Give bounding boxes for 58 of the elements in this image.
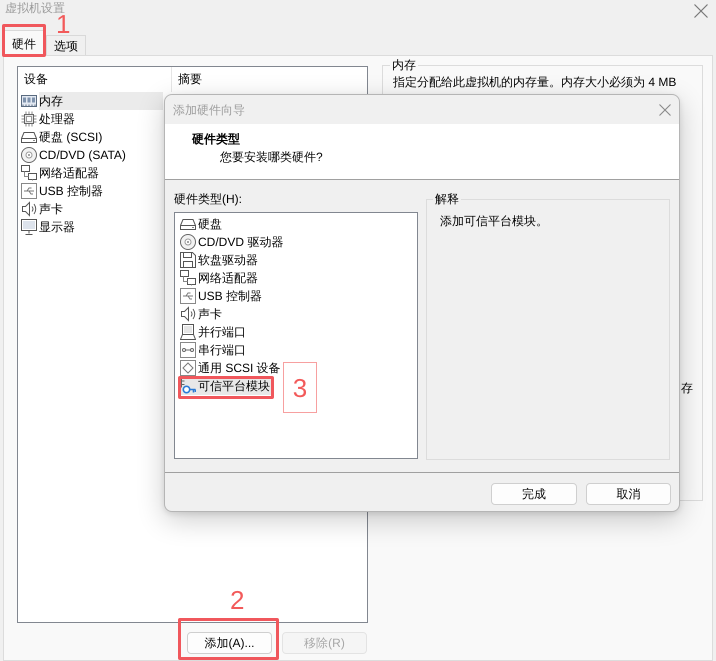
disc-icon: [21, 147, 37, 163]
close-icon: [694, 4, 708, 18]
device-list-item[interactable]: 显示器: [18, 218, 163, 236]
usb-icon: [180, 288, 196, 304]
explanation-text: 添加可信平台模块。: [440, 213, 549, 229]
group-title: 解释: [434, 191, 460, 207]
device-list-item[interactable]: 处理器: [18, 110, 163, 128]
step-number: 2: [230, 588, 244, 612]
column-header: 摘要: [177, 71, 202, 88]
laptop-icon: [180, 324, 196, 340]
disc-icon: [180, 234, 196, 250]
group-title: 内存: [391, 57, 417, 73]
hard-drive-icon: [21, 129, 37, 145]
step-number: 3: [283, 362, 317, 413]
close-button[interactable]: [659, 104, 671, 116]
finish-button[interactable]: 完成: [491, 483, 577, 505]
hardware-type-item[interactable]: 并行端口: [180, 323, 248, 341]
chip-icon: [21, 111, 37, 127]
close-icon: [659, 104, 671, 116]
hardware-type-item[interactable]: 串行端口: [180, 341, 248, 359]
highlight-frame: [2, 24, 46, 57]
step-number: 1: [56, 15, 70, 33]
diamond-tile-icon: [180, 360, 196, 376]
hardware-type-item[interactable]: 通用 SCSI 设备: [180, 359, 283, 377]
window-title: 虚拟机设置: [5, 1, 65, 15]
close-button[interactable]: [694, 4, 708, 18]
hard-drive-icon: [180, 216, 196, 232]
serial-port-icon: [180, 342, 196, 358]
device-list-item[interactable]: 声卡: [18, 200, 163, 218]
hardware-type-item[interactable]: 网络适配器: [180, 269, 260, 287]
device-list-item[interactable]: 硬盘 (SCSI): [18, 128, 163, 146]
list-label: 硬件类型(H):: [174, 191, 243, 207]
wizard-subheading: 您要安装哪类硬件?: [219, 149, 324, 165]
monitor-icon: [21, 219, 37, 235]
device-list-item[interactable]: CD/DVD (SATA): [18, 146, 163, 164]
hardware-type-item[interactable]: 声卡: [180, 305, 224, 323]
speaker-icon: [180, 306, 196, 322]
network-icon: [21, 165, 37, 181]
usb-icon: [21, 183, 37, 199]
device-list-item[interactable]: USB 控制器: [18, 182, 163, 200]
text-fragment: 存: [681, 380, 693, 396]
key-icon: [180, 378, 196, 394]
column-header: 设备: [18, 67, 172, 92]
hardware-type-item[interactable]: 硬盘: [180, 215, 224, 233]
device-list-item[interactable]: 内存: [18, 92, 163, 110]
hardware-type-item[interactable]: CD/DVD 驱动器: [180, 233, 286, 251]
hardware-type-item[interactable]: USB 控制器: [180, 287, 264, 305]
device-list-item[interactable]: 网络适配器: [18, 164, 163, 182]
hardware-type-item[interactable]: 软盘驱动器: [180, 251, 260, 269]
add-button[interactable]: 添加(A)...: [187, 632, 272, 654]
memory-description: 指定分配给此虚拟机的内存量。内存大小必须为 4 MB: [393, 74, 678, 90]
dialog-title: 添加硬件向导: [173, 102, 245, 118]
memory-module-icon: [21, 93, 37, 109]
network-icon: [180, 270, 196, 286]
tab[interactable]: 选项: [46, 35, 86, 55]
wizard-heading: 硬件类型: [192, 131, 241, 147]
speaker-icon: [21, 201, 37, 217]
cancel-button[interactable]: 取消: [586, 483, 671, 505]
